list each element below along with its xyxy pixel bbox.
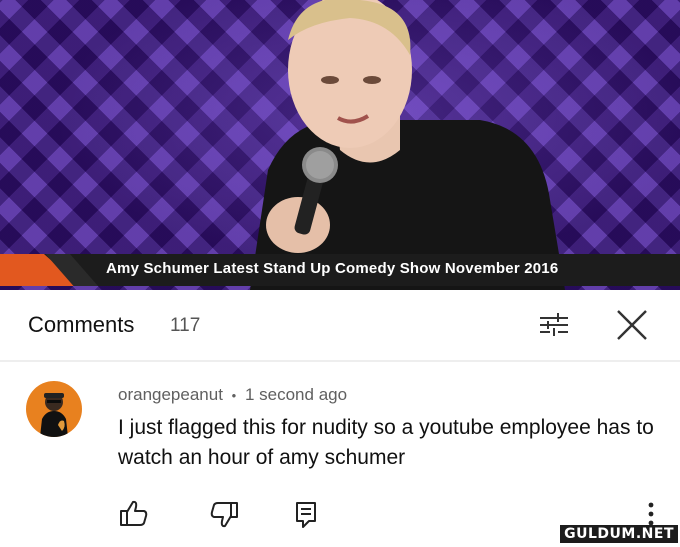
video-thumbnail[interactable]: Amy Schumer Latest Stand Up Comedy Show … — [0, 0, 680, 290]
thumbs-down-icon[interactable] — [207, 497, 241, 531]
close-icon[interactable] — [614, 308, 650, 342]
thumbs-up-icon[interactable] — [117, 497, 151, 531]
reply-icon[interactable] — [289, 497, 323, 531]
comments-header: Comments 117 — [0, 290, 680, 360]
comments-title: Comments — [28, 312, 135, 337]
meta-separator: • — [231, 388, 237, 403]
comment-author[interactable]: orangepeanut — [118, 385, 223, 404]
avatar[interactable] — [26, 381, 82, 437]
header-divider — [0, 360, 680, 362]
comment-meta: orangepeanut • 1 second ago — [118, 385, 347, 405]
comments-count: 117 — [170, 315, 201, 336]
comment-time: 1 second ago — [244, 385, 348, 404]
avatar-figure-icon — [40, 393, 68, 437]
lower-third-banner: Amy Schumer Latest Stand Up Comedy Show … — [0, 254, 680, 286]
video-caption: Amy Schumer Latest Stand Up Comedy Show … — [106, 260, 559, 277]
watermark: GULDUM.NET — [560, 525, 678, 543]
comedian-image — [250, 0, 565, 290]
sort-filter-icon[interactable] — [536, 310, 572, 340]
comment-text: I just flagged this for nudity so a yout… — [118, 416, 654, 469]
